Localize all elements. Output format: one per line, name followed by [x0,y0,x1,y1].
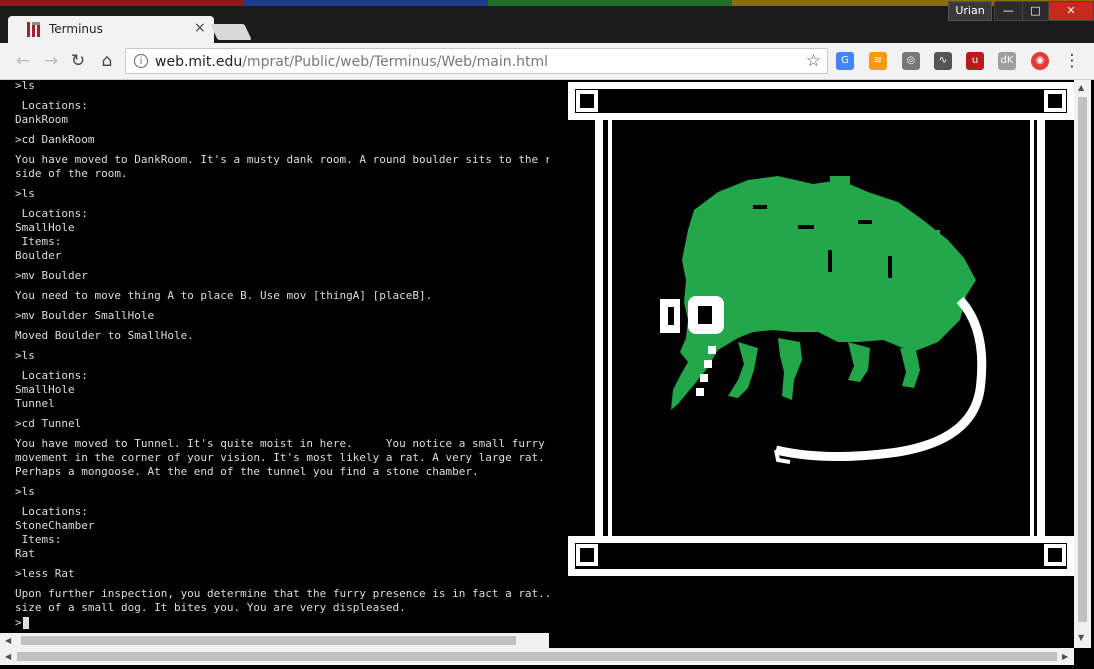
terminal-line: >ls [15,485,35,498]
titlebar-stripe-blue [244,0,488,6]
tab-title: Terminus [49,22,103,36]
terminal-line: Boulder [15,249,62,262]
terminal-line: Tunnel [15,397,55,410]
terminal-line: Rat [15,547,35,560]
terminal-line: >ls [15,80,35,92]
tab-close-icon[interactable]: × [194,20,206,36]
terminal-line: >ls [15,187,35,200]
mit-logo-icon [27,22,40,37]
reload-button[interactable]: ↻ [68,51,88,71]
terminal-scroll-thumb[interactable] [21,636,516,645]
scroll-right-arrow-icon[interactable]: ▶ [1062,649,1068,664]
terminal-line: StoneChamber [15,519,95,532]
text-cursor [22,617,29,629]
horizontal-scrollbar[interactable]: ◀ ▶ [0,648,1074,665]
terminal-line: >less Rat [15,567,75,580]
close-button[interactable]: ✕ [1048,1,1094,21]
terminal-line: >mv Boulder [15,269,88,282]
scroll-left-arrow-icon[interactable]: ◀ [5,633,11,648]
titlebar-stripe-red [0,0,244,6]
info-icon[interactable]: i [134,54,148,68]
terminal-horizontal-scrollbar[interactable]: ◀ [0,633,549,648]
forward-button[interactable]: → [41,51,61,71]
terminal-line: Moved Boulder to SmallHole. [15,329,194,342]
terminal-line: Locations: [15,99,88,112]
browser-toolbar: ← → ↻ ⌂ i web.mit.edu/mprat/Public/web/T… [0,43,1094,80]
ublock-icon[interactable]: u [966,52,984,70]
menu-icon[interactable]: ⋮ [1062,51,1082,71]
url-path: /mprat/Public/web/Terminus/Web/main.html [242,54,548,70]
url-host: web.mit.edu [155,54,243,70]
terminal-line: >mv Boulder SmallHole [15,309,155,322]
back-button[interactable]: ← [13,51,33,71]
terminal-line: Perhaps a mongoose. At the end of the tu… [15,465,479,478]
terminal-line: Items: [15,235,62,248]
extension-record-icon[interactable]: ◉ [1031,52,1049,70]
waveform-icon[interactable]: ∿ [934,52,952,70]
window-titlebar: Terminus × Urian — □ ✕ [0,0,1094,43]
maximize-button[interactable]: □ [1022,1,1049,21]
scroll-down-arrow-icon[interactable]: ▼ [1078,630,1084,645]
camera-icon[interactable]: ◎ [902,52,920,70]
terminal-line: side of the room. [15,167,128,180]
minimize-button[interactable]: — [994,1,1023,21]
vertical-scroll-thumb[interactable] [1078,97,1087,622]
url-text[interactable]: web.mit.edu/mprat/Public/web/Terminus/We… [155,54,548,70]
new-tab-button[interactable] [210,24,252,40]
terminal-line: >cd Tunnel [15,417,82,430]
terminal-line: Items: [15,533,62,546]
bookmark-star-icon[interactable]: ☆ [806,51,821,71]
terminal-line: You need to move thing A to place B. Use… [15,289,433,302]
home-button[interactable]: ⌂ [97,51,117,71]
terminal-line: Locations: [15,505,88,518]
profile-button[interactable]: Urian [948,1,992,21]
scroll-up-arrow-icon[interactable]: ▲ [1078,80,1084,95]
terminal-line: >cd DankRoom [15,133,95,146]
tab-terminus[interactable]: Terminus × [8,16,214,43]
terminal-line: >ls [15,349,35,362]
terminal-line: You have moved to Tunnel. It's quite moi… [15,437,545,450]
dark-reader-icon[interactable]: dK [998,52,1016,70]
vertical-scrollbar[interactable]: ▲ ▼ [1074,80,1091,648]
pixel-rat-icon [568,82,1074,576]
terminal-line: SmallHole [15,221,75,234]
terminal-line: SmallHole [15,383,75,396]
terminal-line: Locations: [15,369,88,382]
terminal-output: You have moved to DarkCorridor. You trav… [15,80,549,615]
google-translate-icon[interactable]: G [836,52,854,70]
terminal-input[interactable]: > [15,616,29,630]
terminal-line: DankRoom [15,113,68,126]
scroll-left-arrow-icon[interactable]: ◀ [5,649,11,664]
terminal-pane[interactable]: You have moved to DarkCorridor. You trav… [0,80,549,632]
address-bar[interactable]: i web.mit.edu/mprat/Public/web/Terminus/… [125,48,828,74]
page-content: You have moved to DarkCorridor. You trav… [0,80,1094,669]
prompt-symbol: > [15,616,22,629]
terminal-line: movement in the corner of your vision. I… [15,451,545,464]
terminal-line: Locations: [15,207,88,220]
titlebar-stripe-green [488,0,732,6]
rss-icon[interactable]: ≋ [869,52,887,70]
terminal-line: You have moved to DankRoom. It's a musty… [15,153,549,166]
horizontal-scroll-thumb[interactable] [17,652,1057,661]
terminal-line: Upon further inspection, you determine t… [15,587,549,600]
terminal-line: size of a small dog. It bites you. You a… [15,601,406,614]
